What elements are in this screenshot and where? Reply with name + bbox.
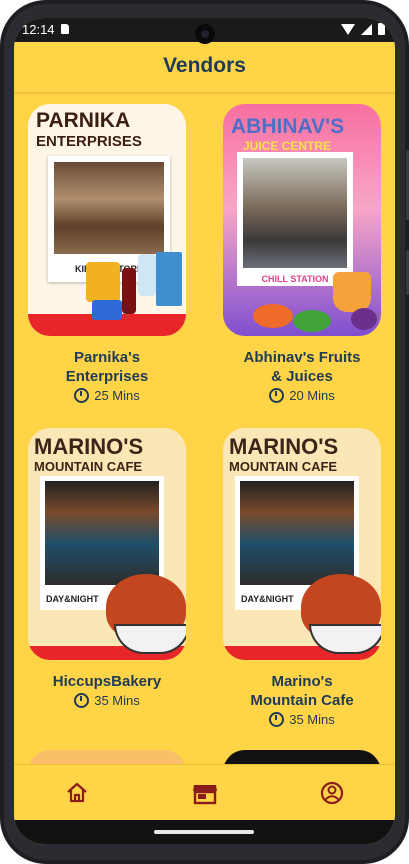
vendor-name[interactable]: Abhinav's Fruits & Juices bbox=[223, 348, 381, 386]
vendor-name-line1: Abhinav's Fruits bbox=[243, 349, 361, 366]
app-header: Vendors bbox=[14, 42, 395, 93]
vendor-name-line1: HiccupsBakery bbox=[52, 673, 162, 690]
vendor-name-line1: Parnika's bbox=[73, 349, 141, 366]
chips-pack bbox=[86, 262, 120, 302]
vendor-name-line2: & Juices bbox=[271, 368, 333, 385]
vendor-name-line1: Marino's bbox=[271, 673, 333, 690]
banner-title: PARNIKA bbox=[36, 109, 131, 132]
cola-bottle bbox=[122, 268, 136, 314]
juice-glass bbox=[333, 272, 371, 312]
status-bar: 12:14 bbox=[14, 18, 395, 44]
grapes bbox=[351, 308, 377, 330]
timer-icon bbox=[269, 712, 285, 727]
banner-subtitle: MOUNTAIN CAFE bbox=[34, 459, 143, 474]
store-icon[interactable] bbox=[190, 779, 220, 807]
banner-title: ABHINAV'S bbox=[231, 115, 345, 138]
shop-photo bbox=[54, 162, 164, 254]
shop-photo bbox=[45, 481, 159, 585]
banner-subtitle: MOUNTAIN CAFE bbox=[229, 459, 338, 474]
vendor-name[interactable]: HiccupsBakery bbox=[28, 672, 186, 691]
timer-icon bbox=[74, 388, 90, 403]
pads-pack bbox=[92, 300, 122, 320]
front-camera bbox=[195, 24, 215, 44]
delivery-time-text: 20 Mins bbox=[289, 388, 335, 403]
shop-photo bbox=[240, 481, 354, 585]
vendor-card-parnika[interactable]: PARNIKA ENTERPRISES KIRANA STORE Parnika… bbox=[28, 104, 186, 403]
shop-photo bbox=[243, 158, 347, 268]
vendor-image[interactable]: MARINO'S MOUNTAIN CAFE DAY&NIGHT bbox=[223, 428, 381, 660]
vendor-name-line2: Mountain Cafe bbox=[250, 692, 354, 709]
wifi-icon bbox=[341, 23, 355, 35]
fruit-pile-green bbox=[293, 310, 331, 332]
banner-caption: DAY&NIGHT bbox=[241, 594, 294, 604]
timer-icon bbox=[74, 693, 90, 708]
banner-subtitle: JUICE CENTRE bbox=[243, 139, 332, 153]
delivery-time-text: 35 Mins bbox=[289, 712, 335, 727]
bottom-navigation bbox=[14, 764, 395, 821]
status-time: 12:14 bbox=[22, 22, 55, 37]
banner-title: MARINO'S bbox=[34, 434, 144, 459]
home-icon[interactable] bbox=[62, 779, 92, 807]
delivery-time-text: 25 Mins bbox=[94, 388, 140, 403]
delivery-time: 20 Mins bbox=[223, 388, 381, 403]
shop-photo-frame: CHILL STATION bbox=[237, 152, 353, 286]
fruit-pile bbox=[253, 304, 293, 328]
vendor-card-abhinav[interactable]: ABHINAV'S JUICE CENTRE CHILL STATION Abh… bbox=[223, 104, 381, 403]
vendor-name[interactable]: Marino's Mountain Cafe bbox=[223, 672, 381, 710]
vendor-name-line2: Enterprises bbox=[65, 368, 149, 385]
vendor-card-hiccups[interactable]: MARINO'S MOUNTAIN CAFE DAY&NIGHT Hiccups… bbox=[28, 428, 186, 708]
vendor-image[interactable]: MARINO'S MOUNTAIN CAFE DAY&NIGHT bbox=[28, 428, 186, 660]
vendor-name[interactable]: Parnika's Enterprises bbox=[28, 348, 186, 386]
profile-icon[interactable] bbox=[317, 779, 347, 807]
delivery-time: 25 Mins bbox=[28, 388, 186, 403]
delivery-time: 35 Mins bbox=[223, 712, 381, 727]
gesture-handle[interactable] bbox=[154, 830, 254, 834]
banner-caption: DAY&NIGHT bbox=[46, 594, 99, 604]
banner-title: MARINO'S bbox=[229, 434, 339, 459]
banner-subtitle: ENTERPRISES bbox=[36, 133, 142, 150]
timer-icon bbox=[269, 388, 285, 403]
vendor-image[interactable]: ABHINAV'S JUICE CENTRE CHILL STATION bbox=[223, 104, 381, 336]
signal-icon bbox=[361, 23, 372, 35]
shampoo-bottle bbox=[138, 254, 156, 296]
delivery-time: 35 Mins bbox=[28, 693, 186, 708]
page-title: Vendors bbox=[163, 54, 246, 77]
sd-card-icon bbox=[61, 24, 69, 34]
vendor-card-marinos[interactable]: MARINO'S MOUNTAIN CAFE DAY&NIGHT Marino'… bbox=[223, 428, 381, 727]
app-screen: 12:14 Vendors PARNIKA ENTERPRISES KIRANA… bbox=[14, 18, 395, 844]
milk-carton bbox=[156, 252, 182, 306]
vendor-image[interactable]: PARNIKA ENTERPRISES KIRANA STORE bbox=[28, 104, 186, 336]
delivery-time-text: 35 Mins bbox=[94, 693, 140, 708]
system-icons bbox=[341, 23, 385, 35]
battery-icon bbox=[378, 23, 385, 35]
